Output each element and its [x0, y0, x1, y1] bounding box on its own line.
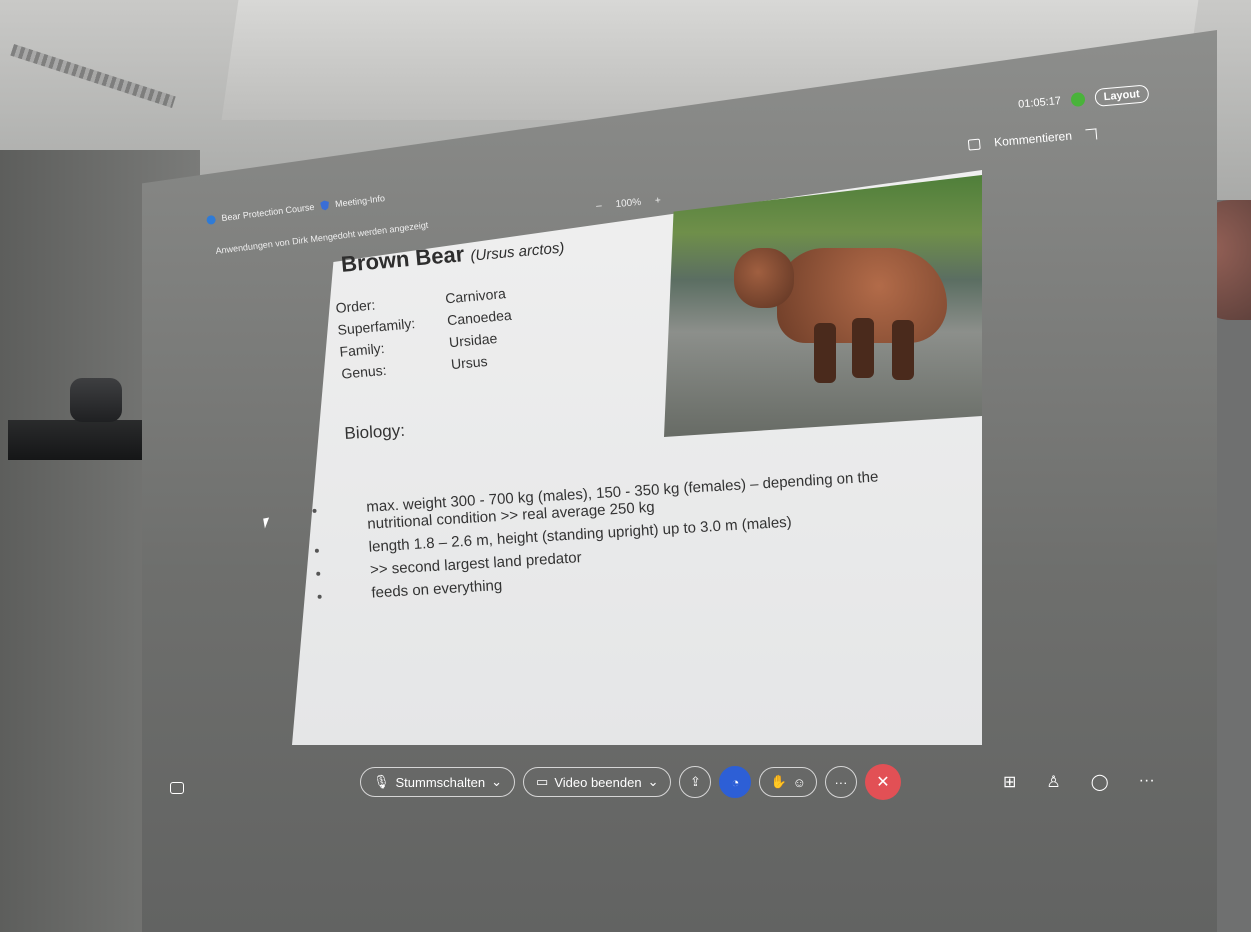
bullet-dot — [312, 508, 317, 513]
taxonomy-value: Ursus — [450, 352, 489, 373]
expand-icon[interactable] — [1085, 127, 1098, 140]
emoji-icon[interactable]: ☺ — [793, 775, 806, 790]
ceiling-vent — [10, 44, 176, 108]
more-options-button[interactable]: ··· — [824, 766, 857, 798]
bullet-dot — [317, 594, 322, 599]
chat-icon[interactable]: ◯ — [1091, 772, 1109, 792]
mute-label: Stummschalten — [395, 774, 486, 790]
bear-illustration — [734, 228, 947, 383]
bear-leg — [852, 318, 874, 378]
copilot-button[interactable]: ◔ — [719, 766, 752, 798]
mic-icon: 🎙 — [373, 774, 390, 789]
bullet-dot — [314, 548, 320, 553]
chat-icon[interactable] — [170, 782, 184, 794]
video-icon: ▭ — [536, 774, 549, 789]
bullet-dot — [316, 571, 321, 576]
reaction-group: ✋ ☺ — [759, 767, 817, 797]
video-label: Video beenden — [554, 774, 642, 790]
copilot-icon: ◔ — [731, 774, 740, 790]
course-icon — [206, 214, 217, 225]
bear-leg — [814, 323, 836, 383]
raise-hand-icon[interactable]: ✋ — [770, 774, 786, 790]
zoom-level: 100% — [615, 196, 642, 211]
biology-heading: Biology: — [344, 420, 406, 443]
bear-leg — [892, 320, 914, 380]
taxonomy-value: Ursidae — [448, 330, 498, 351]
conference-camera — [70, 378, 122, 422]
bullet-text: feeds on everything — [371, 576, 503, 602]
camera-shelf — [8, 420, 153, 460]
apps-icon[interactable]: ⊞ — [1003, 772, 1016, 792]
people-icon[interactable]: ♙ — [1046, 772, 1060, 792]
more-icon[interactable]: ··· — [1139, 772, 1155, 792]
video-button[interactable]: ▭ Video beenden ⌄ — [523, 767, 672, 797]
share-icon: ⇪ — [690, 774, 701, 789]
chevron-down-icon[interactable]: ⌄ — [491, 774, 502, 790]
taxonomy-list: Order: Carnivora Superfamily: Canoedea F… — [335, 284, 522, 387]
end-call-button[interactable]: ✕ — [864, 764, 901, 800]
screen-icon[interactable] — [967, 138, 981, 151]
share-screen-button[interactable]: ⇪ — [679, 766, 712, 798]
network-signal-icon[interactable] — [1070, 91, 1086, 108]
zoom-in-button[interactable]: + — [655, 195, 662, 206]
shield-icon — [320, 200, 330, 211]
bear-head — [734, 248, 794, 308]
meeting-side-icons: ⊞ ♙ ◯ ··· — [1003, 772, 1155, 792]
zoom-out-button[interactable]: – — [596, 200, 603, 211]
mute-button[interactable]: 🎙 Stummschalten ⌄ — [360, 767, 516, 797]
call-controls: 🎙 Stummschalten ⌄ ▭ Video beenden ⌄ ⇪ ◔ … — [360, 764, 901, 800]
chevron-down-icon[interactable]: ⌄ — [648, 774, 659, 790]
meeting-timer: 01:05:17 — [1017, 94, 1062, 111]
